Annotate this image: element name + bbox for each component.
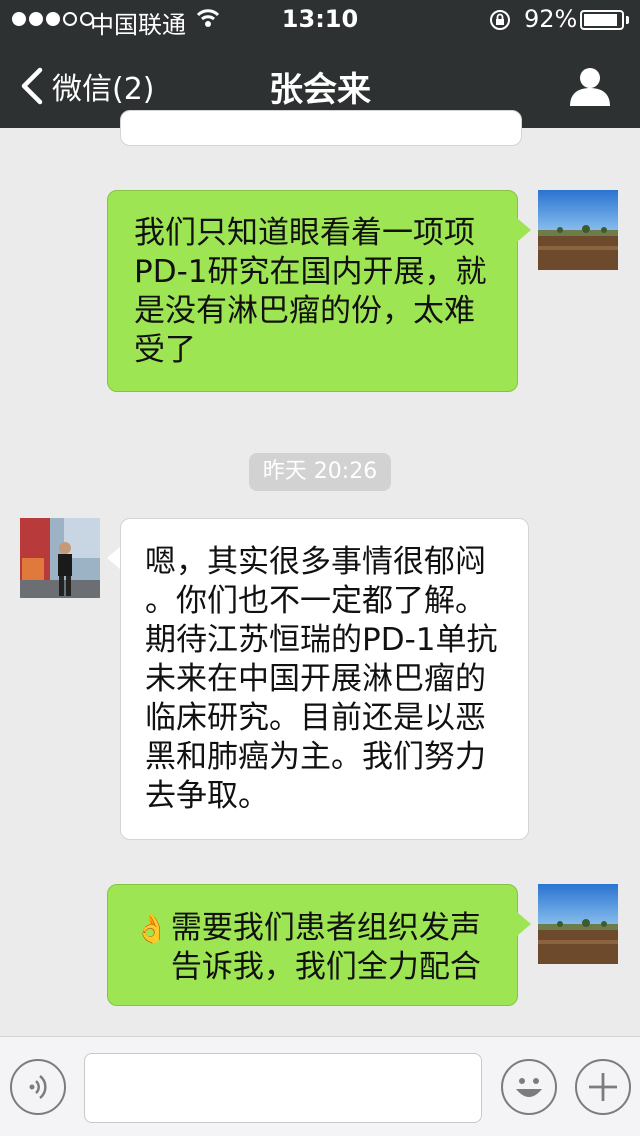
plus-icon	[589, 1073, 617, 1101]
battery-tip	[626, 16, 629, 24]
timestamp: 昨天 20:26	[249, 453, 391, 491]
contact-photo	[20, 518, 100, 598]
bubble-tail	[107, 546, 121, 570]
landscape-photo	[538, 884, 618, 964]
message-text: 我们只知道眼看着一项项 PD-1研究在国内开展，就 是没有淋巴瘤的份，太难 受了	[134, 215, 487, 368]
message-content: 👌 需要我们患者组织发声 告诉我，我们全力配合	[134, 909, 481, 987]
battery-fill	[584, 14, 617, 26]
my-avatar[interactable]	[538, 190, 618, 270]
message-text: 嗯，其实很多事情很郁闷 。你们也不一定都了解。 期待江苏恒瑞的PD-1单抗 未来…	[145, 544, 498, 814]
chat-screen: 中国联通 13:10 92% 微信(2) 张会来 我们只知道眼看着一项项 PD-…	[0, 0, 640, 1136]
page-title: 张会来	[269, 70, 371, 110]
orientation-lock-icon	[490, 10, 510, 30]
message-bubble[interactable]: 嗯，其实很多事情很郁闷 。你们也不一定都了解。 期待江苏恒瑞的PD-1单抗 未来…	[120, 518, 529, 840]
message-input[interactable]	[84, 1053, 482, 1123]
voice-button[interactable]	[10, 1059, 66, 1115]
more-button[interactable]	[575, 1059, 631, 1115]
input-bar	[0, 1036, 640, 1136]
message-text: 需要我们患者组织发声 告诉我，我们全力配合	[170, 910, 481, 985]
status-bar: 中国联通 13:10 92%	[0, 0, 640, 40]
my-avatar[interactable]	[538, 884, 618, 964]
emoji-button[interactable]	[501, 1059, 557, 1115]
battery-icon	[580, 10, 624, 30]
person-icon[interactable]	[568, 64, 612, 108]
message-bubble[interactable]: 👌 需要我们患者组织发声 告诉我，我们全力配合	[107, 884, 518, 1006]
battery-percent: 92%	[524, 5, 578, 33]
bubble-tail	[517, 912, 531, 936]
header: 中国联通 13:10 92% 微信(2) 张会来	[0, 0, 640, 128]
contact-avatar[interactable]	[20, 518, 100, 598]
smiley-icon	[516, 1078, 542, 1097]
voice-icon	[29, 1075, 47, 1099]
message-bubble[interactable]: 我们只知道眼看着一项项 PD-1研究在国内开展，就 是没有淋巴瘤的份，太难 受了	[107, 190, 518, 392]
bubble-tail	[517, 218, 531, 242]
landscape-photo	[538, 190, 618, 270]
ok-hand-emoji: 👌	[134, 912, 169, 945]
previous-message-bubble	[120, 110, 522, 146]
